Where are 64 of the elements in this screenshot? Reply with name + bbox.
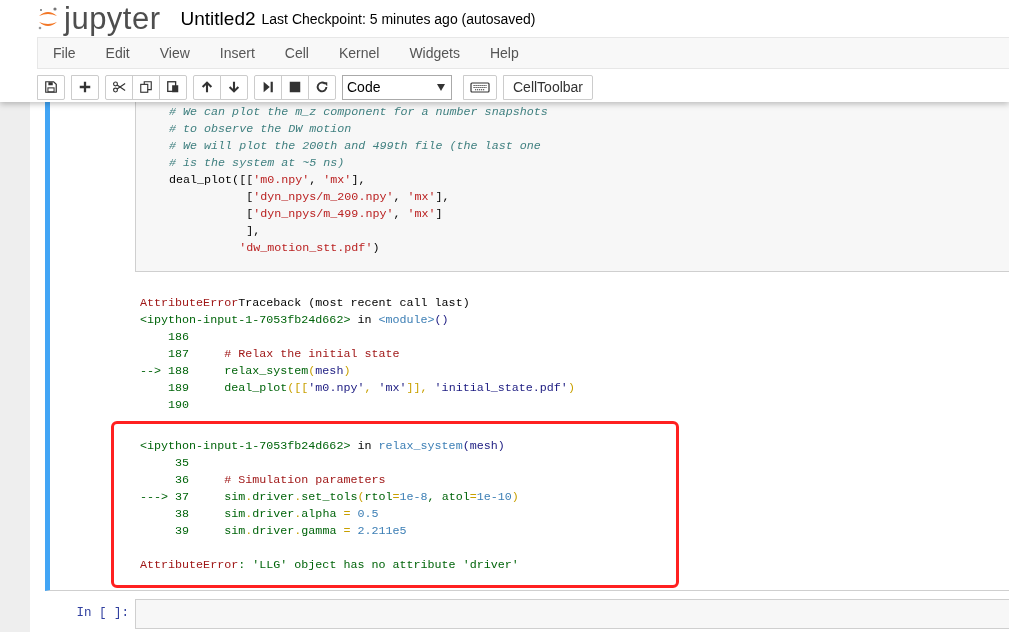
traceback-line: <ipython-input-1-7053fb24d662> in <module>() xyxy=(140,312,450,329)
traceback-line: 186 xyxy=(167,329,191,346)
floppy-icon xyxy=(44,80,58,94)
run-button[interactable] xyxy=(254,74,282,100)
save-button[interactable] xyxy=(37,74,65,100)
traceback-line: 35 xyxy=(174,455,191,472)
notebook-name[interactable]: Untitled2 xyxy=(180,7,256,30)
menu-item[interactable]: File xyxy=(40,38,91,68)
up-icon xyxy=(200,80,214,94)
caret-icon xyxy=(437,83,445,91)
cell-type-dropdown[interactable]: Code xyxy=(342,74,452,100)
code-line: # We can plot the m_z component for a number snapshots xyxy=(169,104,549,121)
traceback-line: 38 sim.driver.alpha = 0.5 xyxy=(174,506,380,523)
traceback-line: 190 xyxy=(167,397,191,414)
cell-toolbar-button[interactable]: CellToolbar xyxy=(503,74,594,100)
code-line: ['dyn_npys/m_200.npy', 'mx'], xyxy=(245,189,451,206)
menu-item[interactable]: Help xyxy=(474,38,534,68)
logo-icon xyxy=(37,5,59,32)
code-line: # to observe the DW motion xyxy=(169,121,353,138)
restart-button[interactable] xyxy=(308,74,336,100)
traceback-line: 39 sim.driver.gamma = 2.211e5 xyxy=(174,523,408,540)
code-line: 'dw_motion_stt.pdf') xyxy=(238,240,381,257)
stop-icon xyxy=(288,80,302,94)
refresh-icon xyxy=(315,80,329,94)
code-line: # is the system at ~5 ns) xyxy=(169,155,346,172)
traceback-line: <ipython-input-1-7053fb24d662> in relax_system(mesh) xyxy=(140,438,506,455)
input-prompt: In [ ]: xyxy=(76,606,129,620)
menu-item[interactable]: Edit xyxy=(90,38,145,68)
error-message: AttributeError: 'LLG' object has no attribute 'driver' xyxy=(140,557,520,574)
traceback-line: AttributeErrorTraceback (most recent call last) xyxy=(140,295,471,312)
menu-item[interactable]: Widgets xyxy=(394,38,475,68)
stop-button[interactable] xyxy=(281,74,309,100)
code-cell[interactable]: In [ ]: xyxy=(45,599,1009,629)
logo-wordmark: jupyter xyxy=(64,0,161,37)
menu-item[interactable]: Cell xyxy=(269,38,324,68)
traceback-line: 187 # Relax the initial state xyxy=(167,346,401,363)
paste-icon xyxy=(166,80,180,94)
code-line: deal_plot([['m0.npy', 'mx'], xyxy=(169,172,367,189)
traceback-line: ---> 37 sim.driver.set_tols(rtol=1e-8, atol=1e-10) xyxy=(140,489,520,506)
menu-item[interactable]: Insert xyxy=(204,38,270,68)
copy-icon xyxy=(139,80,153,94)
move-up-button[interactable] xyxy=(193,74,221,100)
traceback-line: 189 deal_plot([['m0.npy', 'mx']], 'initial_state.pdf') xyxy=(167,380,576,397)
code-line: ], xyxy=(245,223,262,240)
step-icon xyxy=(261,80,275,94)
down-icon xyxy=(227,80,241,94)
code-line: ['dyn_npys/m_499.npy', 'mx'] xyxy=(245,206,444,223)
traceback-line: 36 # Simulation parameters xyxy=(174,472,387,489)
insert-cell-button[interactable] xyxy=(71,74,99,100)
paste-button[interactable] xyxy=(159,74,187,100)
cut-button[interactable] xyxy=(105,74,133,100)
code-cell[interactable] xyxy=(45,102,1009,591)
plus-icon xyxy=(78,80,92,94)
menu-item[interactable]: View xyxy=(144,38,205,68)
code-line: # We will plot the 200th and 499th file (the last one xyxy=(169,138,542,155)
code-input[interactable] xyxy=(135,102,1009,272)
copy-button[interactable] xyxy=(132,74,160,100)
move-down-button[interactable] xyxy=(220,74,248,100)
traceback-line: --> 188 relax_system(mesh) xyxy=(140,363,352,380)
keyboard-button[interactable] xyxy=(463,74,497,100)
menu-item[interactable]: Kernel xyxy=(323,38,395,68)
scissors-icon xyxy=(112,80,126,94)
checkpoint-status: Last Checkpoint: 5 minutes ago (autosaved) xyxy=(261,10,536,27)
keyboard-icon xyxy=(470,79,490,95)
